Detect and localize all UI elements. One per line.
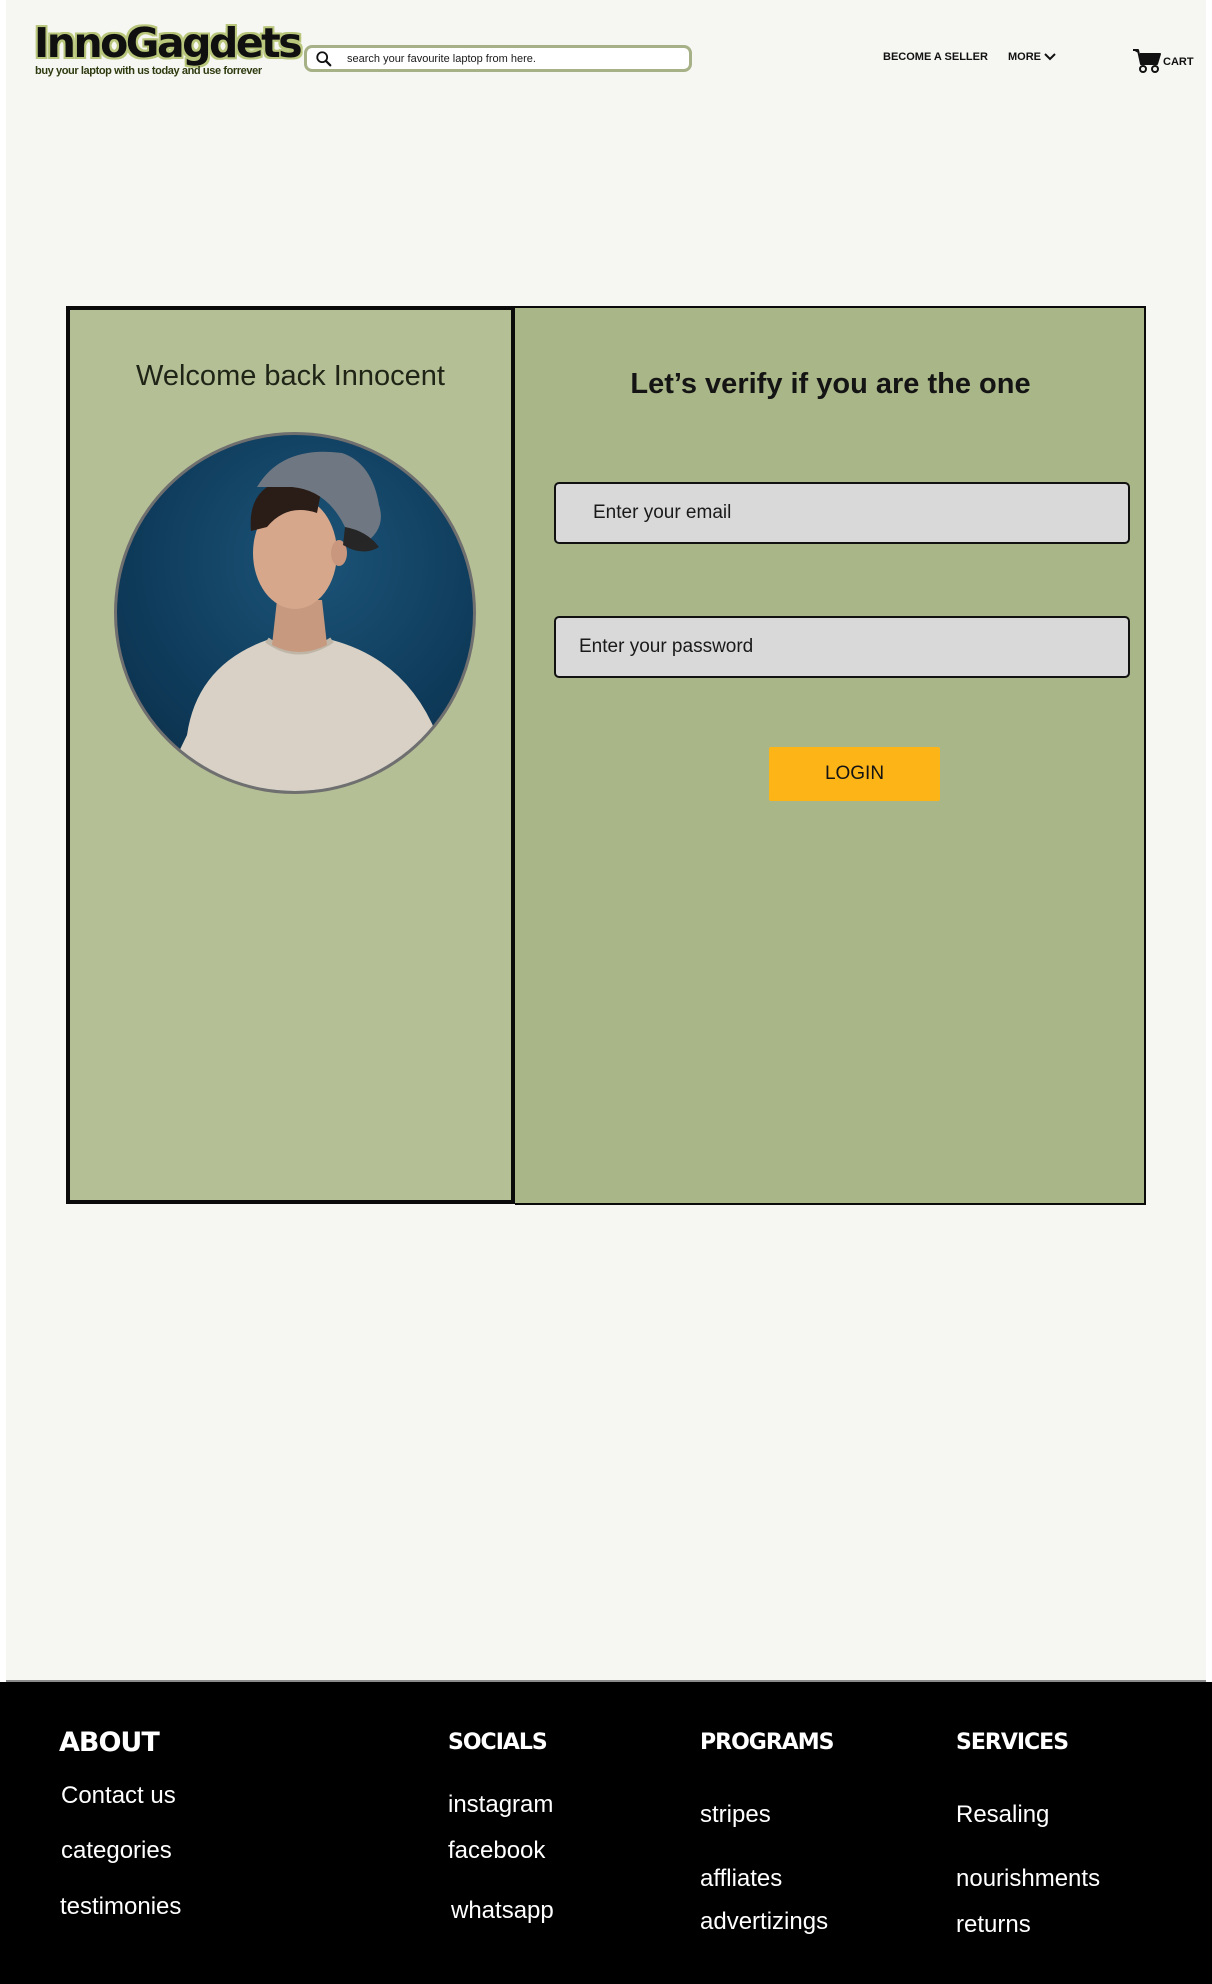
email-field[interactable]	[554, 482, 1130, 544]
search-bar[interactable]	[304, 45, 692, 72]
footer-link-categories[interactable]: categories	[61, 1837, 172, 1865]
footer-link-stripes[interactable]: stripes	[700, 1801, 771, 1829]
footer-link-nourishments[interactable]: nourishments	[956, 1865, 1100, 1893]
footer-link-contact[interactable]: Contact us	[61, 1782, 176, 1810]
password-field[interactable]	[554, 616, 1130, 678]
search-input[interactable]	[347, 49, 677, 69]
welcome-message: Welcome back Innocent	[136, 360, 445, 392]
footer-programs-heading: PROGRAMS	[700, 1730, 835, 1755]
footer-link-returns[interactable]: returns	[956, 1911, 1031, 1939]
profile-photo	[159, 451, 456, 791]
footer-services-heading: SERVICES	[956, 1730, 1069, 1755]
welcome-panel: Welcome back Innocent	[66, 306, 515, 1204]
cart-link[interactable]: CART	[1132, 48, 1194, 74]
footer-link-whatsapp[interactable]: whatsapp	[451, 1897, 554, 1925]
become-seller-link[interactable]: BECOME A SELLER	[883, 51, 988, 63]
site-logo[interactable]: InnoGagdets buy your laptop with us toda…	[34, 20, 303, 82]
chevron-down-icon	[1044, 53, 1056, 61]
site-footer: ABOUT Contact us categories testimonies …	[0, 1682, 1212, 1984]
login-title: Let’s verify if you are the one	[630, 368, 1031, 400]
footer-link-resaling[interactable]: Resaling	[956, 1801, 1049, 1829]
cart-label: CART	[1163, 56, 1194, 68]
cart-icon	[1133, 49, 1161, 73]
more-menu[interactable]: MORE	[1008, 51, 1056, 63]
login-button[interactable]: LOGIN	[769, 747, 940, 801]
footer-link-facebook[interactable]: facebook	[448, 1837, 545, 1865]
search-icon[interactable]	[315, 50, 333, 68]
footer-socials-heading: SOCIALS	[448, 1730, 548, 1755]
footer-link-testimonies[interactable]: testimonies	[60, 1893, 181, 1921]
logo-tagline: buy your laptop with us today and use fo…	[35, 65, 262, 77]
login-panel: Let’s verify if you are the one LOGIN	[515, 306, 1146, 1205]
footer-link-advertizings[interactable]: advertizings	[700, 1908, 828, 1936]
footer-about-heading: ABOUT	[59, 1727, 160, 1758]
footer-link-affliates[interactable]: affliates	[700, 1865, 782, 1893]
avatar	[114, 432, 476, 794]
logo-title: InnoGagdets	[34, 19, 303, 67]
more-menu-label: MORE	[1008, 51, 1041, 63]
footer-link-instagram[interactable]: instagram	[448, 1791, 553, 1819]
